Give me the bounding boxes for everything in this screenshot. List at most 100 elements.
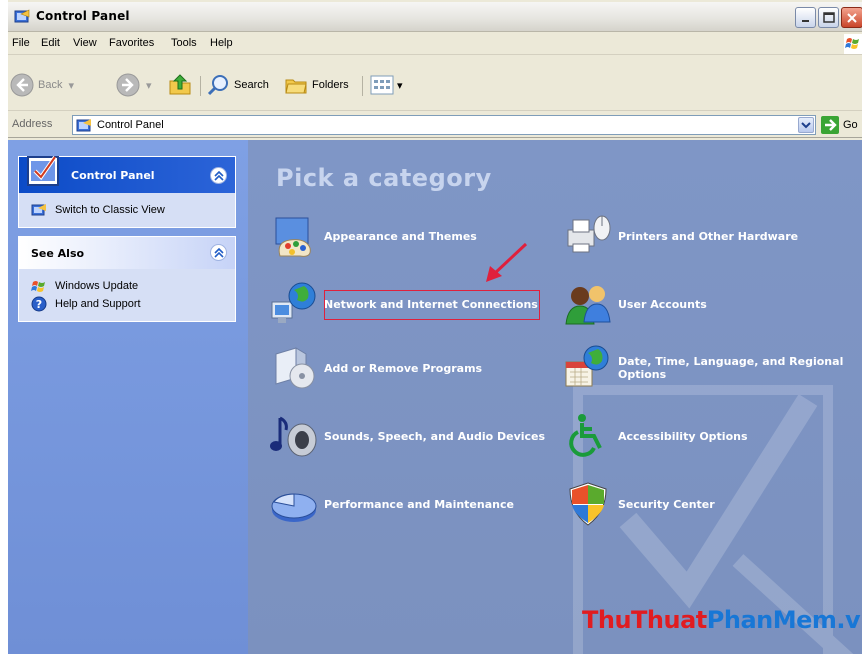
help-and-support-label: Help and Support	[55, 298, 141, 310]
toolbar-separator	[200, 76, 201, 96]
brand-watermark: ThuThuatPhanMem.vn	[582, 606, 862, 634]
minimize-button[interactable]	[795, 7, 816, 28]
address-label: Address	[12, 118, 53, 130]
red-arrow-icon	[486, 242, 528, 282]
control-panel-box-header[interactable]: Control Panel	[19, 155, 235, 193]
windows-logo-icon	[844, 34, 862, 54]
security-shield-icon	[569, 482, 607, 526]
category-sounds-speech-audio[interactable]: Sounds, Speech, and Audio Devices	[270, 412, 545, 460]
category-accessibility-options[interactable]: Accessibility Options	[564, 412, 748, 460]
brand-part-1: Thu	[582, 606, 632, 634]
back-button[interactable]: Back ▾	[10, 72, 74, 98]
category-label: Accessibility Options	[618, 429, 748, 443]
back-label: Back	[38, 79, 63, 91]
close-icon	[847, 13, 857, 23]
see-also-body: Windows Update ? Help and Support	[19, 269, 235, 321]
printer-icon	[567, 215, 611, 253]
speaker-note-icon	[270, 416, 317, 457]
category-performance-and-maintenance[interactable]: Performance and Maintenance	[270, 480, 514, 528]
address-field[interactable]: Control Panel	[72, 115, 816, 135]
folders-label: Folders	[312, 79, 349, 91]
switch-to-classic-view-label: Switch to Classic View	[55, 204, 165, 216]
see-also-title: See Also	[31, 247, 85, 260]
windows-update-link[interactable]: Windows Update	[31, 277, 227, 295]
maximize-button[interactable]	[818, 7, 839, 28]
folders-button[interactable]: Folders	[284, 72, 349, 98]
up-folder-button[interactable]	[168, 72, 192, 98]
address-bar: Address Control Panel Go	[8, 112, 862, 138]
performance-pie-icon	[271, 493, 317, 522]
control-panel-icon	[31, 204, 46, 216]
search-label: Search	[234, 79, 269, 91]
menu-help[interactable]: Help	[210, 37, 233, 49]
go-button[interactable]: Go	[821, 116, 858, 134]
menu-tools[interactable]: Tools	[171, 37, 197, 49]
close-button[interactable]	[841, 7, 862, 28]
title-bar[interactable]: Control Panel	[8, 2, 862, 32]
help-icon: ?	[31, 296, 47, 312]
brand-part-3: PhanMem.vn	[706, 606, 862, 634]
switch-to-classic-view-link[interactable]: Switch to Classic View	[31, 201, 227, 219]
search-icon	[207, 75, 228, 96]
see-also-box-header[interactable]: See Also	[19, 237, 235, 269]
pick-category-heading: Pick a category	[276, 164, 492, 192]
toolbar: Back ▾ ▾ Search Folders ▾	[8, 56, 862, 111]
brand-part-2: Thuat	[631, 606, 707, 634]
category-user-accounts[interactable]: User Accounts	[564, 280, 707, 328]
category-label: Add or Remove Programs	[324, 361, 483, 375]
network-globe-icon	[271, 282, 316, 323]
category-label: Date, Time, Language, and Regional Optio…	[618, 355, 844, 381]
category-label: Printers and Other Hardware	[618, 229, 799, 243]
window-title: Control Panel	[36, 9, 130, 23]
forward-dropdown-icon[interactable]: ▾	[146, 79, 152, 92]
category-label: Appearance and Themes	[324, 229, 477, 243]
back-dropdown-icon[interactable]: ▾	[68, 79, 74, 92]
windows-update-label: Windows Update	[55, 280, 139, 292]
category-date-time-language-regional[interactable]: Date, Time, Language, and Regional Optio…	[564, 344, 848, 392]
back-arrow-icon	[10, 73, 34, 97]
menu-file[interactable]: File	[12, 37, 30, 49]
maximize-icon	[823, 12, 835, 23]
windows-update-icon	[31, 281, 45, 292]
menu-view[interactable]: View	[73, 37, 97, 49]
users-icon	[565, 286, 611, 325]
views-icon	[370, 75, 394, 95]
address-value: Control Panel	[97, 119, 164, 131]
svg-text:?: ?	[36, 298, 42, 311]
views-dropdown-icon[interactable]: ▾	[397, 79, 403, 92]
search-button[interactable]: Search	[206, 72, 269, 98]
address-dropdown-button[interactable]	[798, 117, 814, 133]
minimize-icon	[802, 20, 809, 22]
collapse-button[interactable]	[210, 167, 227, 184]
up-folder-icon	[169, 74, 191, 95]
category-appearance-and-themes[interactable]: Appearance and Themes	[270, 212, 477, 260]
category-security-center[interactable]: Security Center	[564, 480, 715, 528]
toolbar-separator	[362, 76, 363, 96]
double-chevron-up-icon	[214, 248, 224, 258]
category-add-or-remove-programs[interactable]: Add or Remove Programs	[270, 344, 482, 392]
category-label: Performance and Maintenance	[324, 497, 514, 511]
help-and-support-link[interactable]: ? Help and Support	[31, 295, 227, 313]
control-panel-icon	[76, 119, 91, 132]
views-button[interactable]: ▾	[370, 72, 403, 98]
category-label: Sounds, Speech, and Audio Devices	[324, 429, 546, 443]
forward-button[interactable]: ▾	[116, 72, 152, 98]
control-panel-icon	[14, 9, 30, 23]
menu-favorites[interactable]: Favorites	[109, 37, 154, 49]
add-remove-programs-icon	[275, 347, 315, 389]
left-task-pane: Control Panel Switch to Classic View See…	[8, 140, 248, 654]
go-label: Go	[843, 119, 858, 131]
calendar-globe-icon	[565, 345, 609, 387]
category-view: Pick a category Appearance and Themes Ne…	[248, 140, 862, 654]
control-panel-large-icon	[27, 155, 59, 186]
highlight-box	[324, 290, 540, 320]
control-panel-window: Control Panel File Edit View Favorites T…	[0, 0, 862, 654]
menu-edit[interactable]: Edit	[41, 37, 60, 49]
category-label: Security Center	[618, 497, 715, 511]
chevron-down-icon	[801, 122, 811, 129]
collapse-button[interactable]	[210, 244, 227, 261]
forward-arrow-icon	[116, 73, 140, 97]
menu-bar: File Edit View Favorites Tools Help	[8, 33, 862, 55]
category-printers-and-other-hardware[interactable]: Printers and Other Hardware	[564, 212, 798, 260]
appearance-themes-icon	[275, 217, 311, 257]
